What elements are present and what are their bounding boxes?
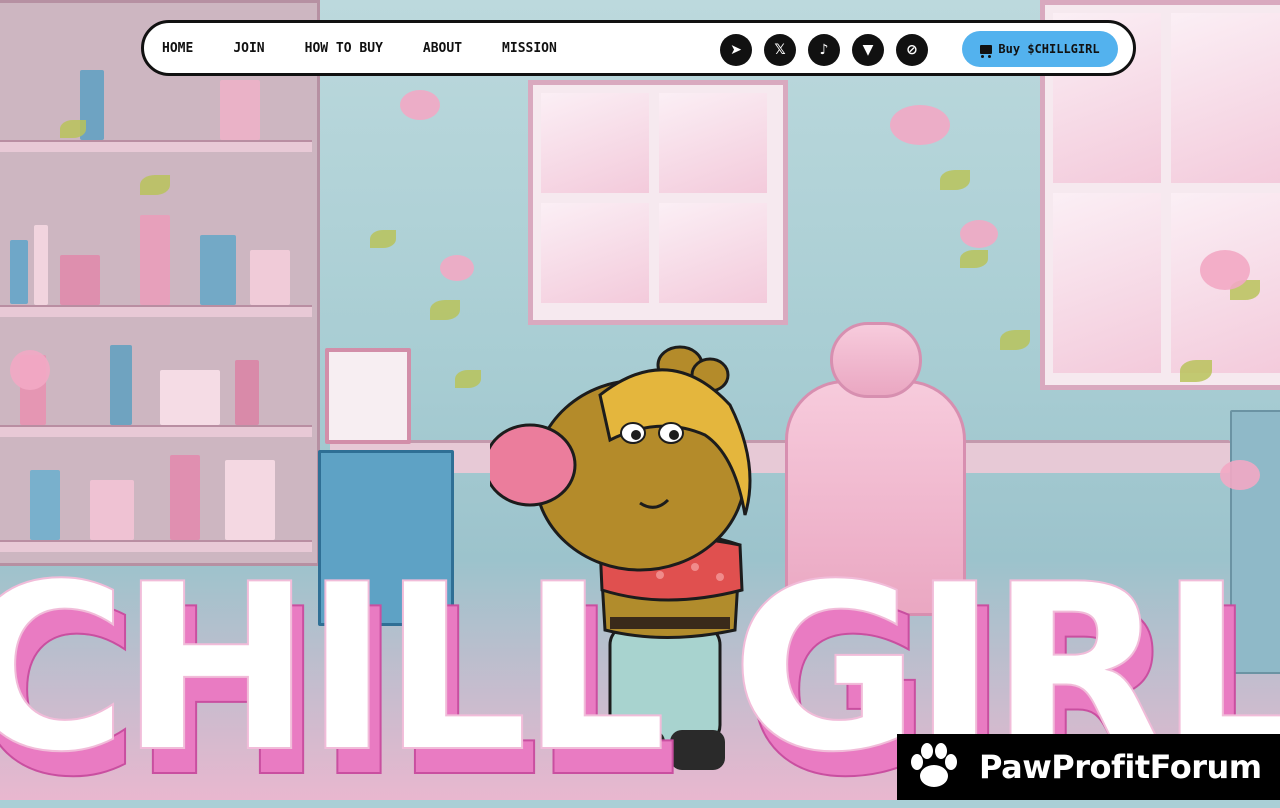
shelf (0, 305, 312, 317)
shelf-item (225, 460, 275, 540)
nav-mission-link[interactable]: MISSION (502, 41, 557, 56)
picture-frame (325, 348, 411, 444)
social-links: ➤ 𝕏 ♪ ▼ ⊘ (720, 34, 928, 66)
center-window (528, 80, 788, 325)
desk (330, 440, 1230, 473)
shelf-item (220, 80, 260, 140)
shelf-item (170, 455, 200, 540)
buy-button-label: Buy $CHILLGIRL (998, 42, 1100, 56)
buy-chillgirl-button[interactable]: Buy $CHILLGIRL (962, 31, 1118, 67)
shelf (0, 140, 312, 152)
top-nav-bar: HOME JOIN HOW TO BUY ABOUT MISSION ➤ 𝕏 ♪… (141, 20, 1136, 76)
nav-home-link[interactable]: HOME (162, 41, 193, 56)
nav-links: HOME JOIN HOW TO BUY ABOUT MISSION (162, 23, 597, 73)
shelf-item (200, 235, 236, 305)
x-icon[interactable]: 𝕏 (764, 34, 796, 66)
shelf-item (60, 255, 100, 305)
chair-top (830, 322, 922, 398)
nav-about-link[interactable]: ABOUT (423, 41, 462, 56)
dexscreener-icon[interactable]: ⊘ (896, 34, 928, 66)
shelf-item (110, 345, 132, 425)
shelf-item (90, 480, 134, 540)
nav-how-to-buy-link[interactable]: HOW TO BUY (305, 41, 383, 56)
paw-icon (907, 740, 961, 794)
cart-icon (980, 44, 993, 58)
shelf-item (250, 250, 290, 305)
shelf-item (160, 370, 220, 425)
shelf (0, 425, 312, 437)
telegram-icon[interactable]: ➤ (720, 34, 752, 66)
shelf-item (140, 215, 170, 305)
tiktok-icon[interactable]: ♪ (808, 34, 840, 66)
shelf-item (30, 470, 60, 540)
wolf-icon[interactable]: ▼ (852, 34, 884, 66)
shelf-item (34, 225, 48, 305)
nav-join-link[interactable]: JOIN (233, 41, 264, 56)
shelf-item (10, 240, 28, 304)
shelf-item (235, 360, 259, 425)
watermark-text: PawProfitForum (979, 748, 1262, 786)
watermark-badge: PawProfitForum (897, 734, 1280, 800)
